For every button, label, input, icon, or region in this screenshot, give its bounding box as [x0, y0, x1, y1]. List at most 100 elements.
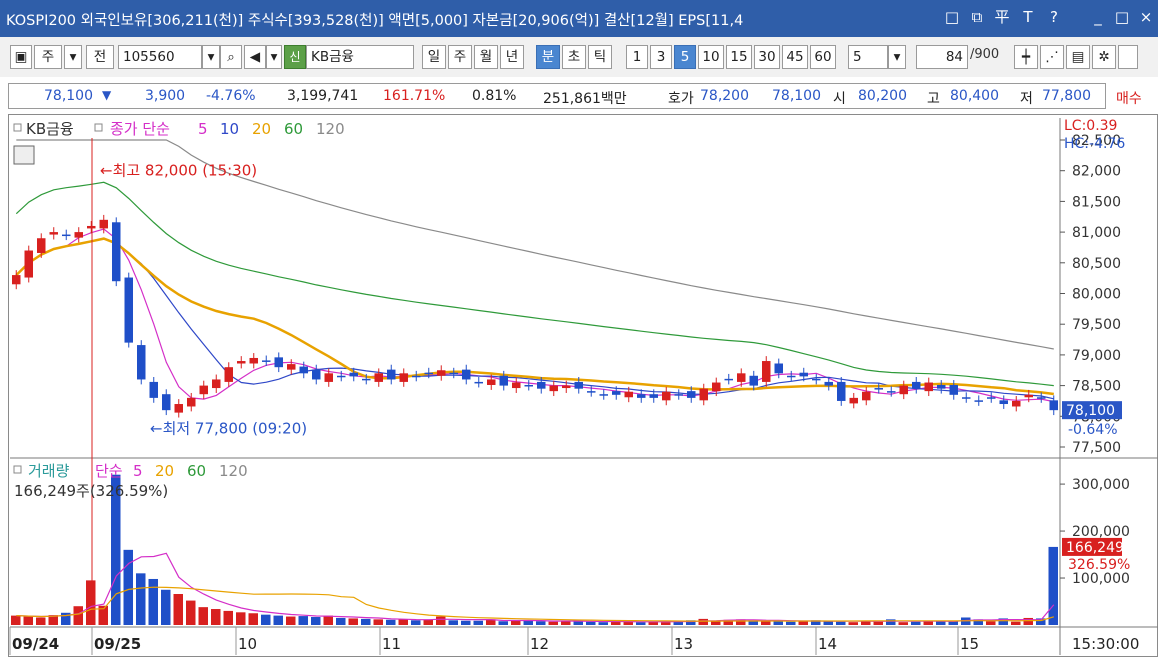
volume-bar: [598, 622, 608, 625]
volume-bar: [248, 613, 258, 625]
volume-legend-ma-20: 20: [155, 462, 174, 480]
volume-bar: [823, 621, 833, 625]
candle-body: [837, 381, 846, 401]
price-tick-label: 81,000: [1072, 225, 1121, 241]
date-label: 15: [960, 635, 979, 653]
volume-bar: [986, 621, 996, 625]
candle-body: [737, 373, 746, 382]
date-label: 10: [238, 635, 257, 653]
candle-body: [12, 275, 21, 285]
candle-body: [824, 381, 833, 386]
candle-body: [387, 369, 396, 380]
legend-marker: [13, 465, 22, 474]
volume-tick-label: 300,000: [1072, 477, 1130, 493]
candle-body: [962, 397, 971, 399]
date-label: 12: [530, 635, 549, 653]
candle-body: [987, 397, 996, 399]
volume-bar: [611, 621, 621, 625]
volume-bar: [323, 615, 333, 625]
volume-bar: [773, 621, 783, 625]
ma5-line: [15, 228, 1054, 403]
date-label: 09/25: [94, 635, 141, 653]
candle-body: [712, 382, 721, 392]
legend-close-label: 종가 단순: [110, 120, 170, 138]
candle-body: [999, 400, 1008, 405]
price-tick-label: 82,000: [1072, 164, 1121, 180]
candle-body: [537, 381, 546, 389]
volume-bar: [373, 619, 383, 625]
volume-bar: [73, 606, 83, 625]
chart-canvas[interactable]: 82,50082,00081,50081,00080,50080,00079,5…: [0, 0, 1158, 657]
volume-ma20-line: [16, 586, 1054, 622]
price-tick-label: 80,000: [1072, 287, 1121, 303]
volume-bar: [448, 620, 458, 625]
candle-body: [549, 385, 558, 392]
candle-body: [187, 397, 196, 407]
candle-body: [212, 379, 221, 389]
volume-bar: [661, 622, 671, 625]
candle-body: [1012, 400, 1021, 407]
volume-bar: [223, 610, 233, 625]
candle-body: [137, 345, 146, 380]
legend-ma-10: 10: [220, 120, 239, 138]
volume-bar: [11, 615, 21, 625]
candle-body: [787, 375, 796, 378]
candle-body: [574, 381, 583, 389]
volume-bar: [273, 615, 283, 625]
volume-ma-label: 단순: [95, 462, 123, 480]
candle-body: [449, 372, 458, 375]
candle-body: [74, 232, 83, 238]
candle-body: [849, 397, 858, 404]
volume-bar: [261, 614, 271, 625]
volume-bar: [1048, 546, 1058, 625]
candle-body: [924, 382, 933, 392]
volume-legend-ma-5: 5: [133, 462, 143, 480]
price-tick-label: 78,500: [1072, 379, 1121, 395]
candle-body: [274, 357, 283, 368]
volume-bar: [186, 600, 196, 625]
candle-body: [287, 364, 296, 370]
volume-value-note: 166,249주(326.59%): [14, 482, 168, 500]
volume-legend-ma-120: 120: [219, 462, 248, 480]
volume-bar: [198, 607, 208, 625]
volume-bar: [548, 621, 558, 625]
candle-body: [562, 385, 571, 389]
candle-body: [774, 363, 783, 374]
volume-bar: [536, 621, 546, 625]
candle-body: [312, 369, 321, 380]
price-tick-label: 80,500: [1072, 256, 1121, 272]
candle-body: [249, 357, 258, 364]
legend-marker: [94, 123, 103, 132]
volume-legend-ma-60: 60: [187, 462, 206, 480]
candle-body: [624, 391, 633, 398]
candle-body: [862, 391, 871, 401]
candle-body: [899, 385, 908, 395]
volume-bar: [498, 621, 508, 625]
low-note: ←최저 77,800 (09:20): [150, 420, 307, 438]
candle-body: [662, 391, 671, 401]
volume-bar: [1023, 617, 1033, 625]
candle-body: [474, 381, 483, 384]
current-volume-text: 166,249: [1066, 540, 1124, 556]
legend-ma-60: 60: [284, 120, 303, 138]
legend-ma-5: 5: [198, 120, 208, 138]
candle-body: [199, 385, 208, 395]
price-tick-label: 79,500: [1072, 317, 1121, 333]
volume-bar: [436, 616, 446, 625]
volume-bar: [923, 621, 933, 625]
date-label: 11: [382, 635, 401, 653]
volume-bar: [36, 617, 46, 625]
volume-tick-label: 100,000: [1072, 571, 1130, 587]
hc-label: HC:-4.76: [1064, 136, 1125, 152]
candle-body: [649, 394, 658, 398]
candle-body: [637, 394, 646, 398]
volume-bar: [848, 622, 858, 625]
price-tick-label: 79,000: [1072, 348, 1121, 364]
candle-body: [949, 384, 958, 395]
candle-body: [749, 375, 758, 386]
candle-body: [24, 250, 33, 278]
legend-marker: [13, 123, 22, 132]
candle-body: [349, 372, 358, 377]
candle-body: [337, 375, 346, 378]
volume-bar: [523, 620, 533, 625]
